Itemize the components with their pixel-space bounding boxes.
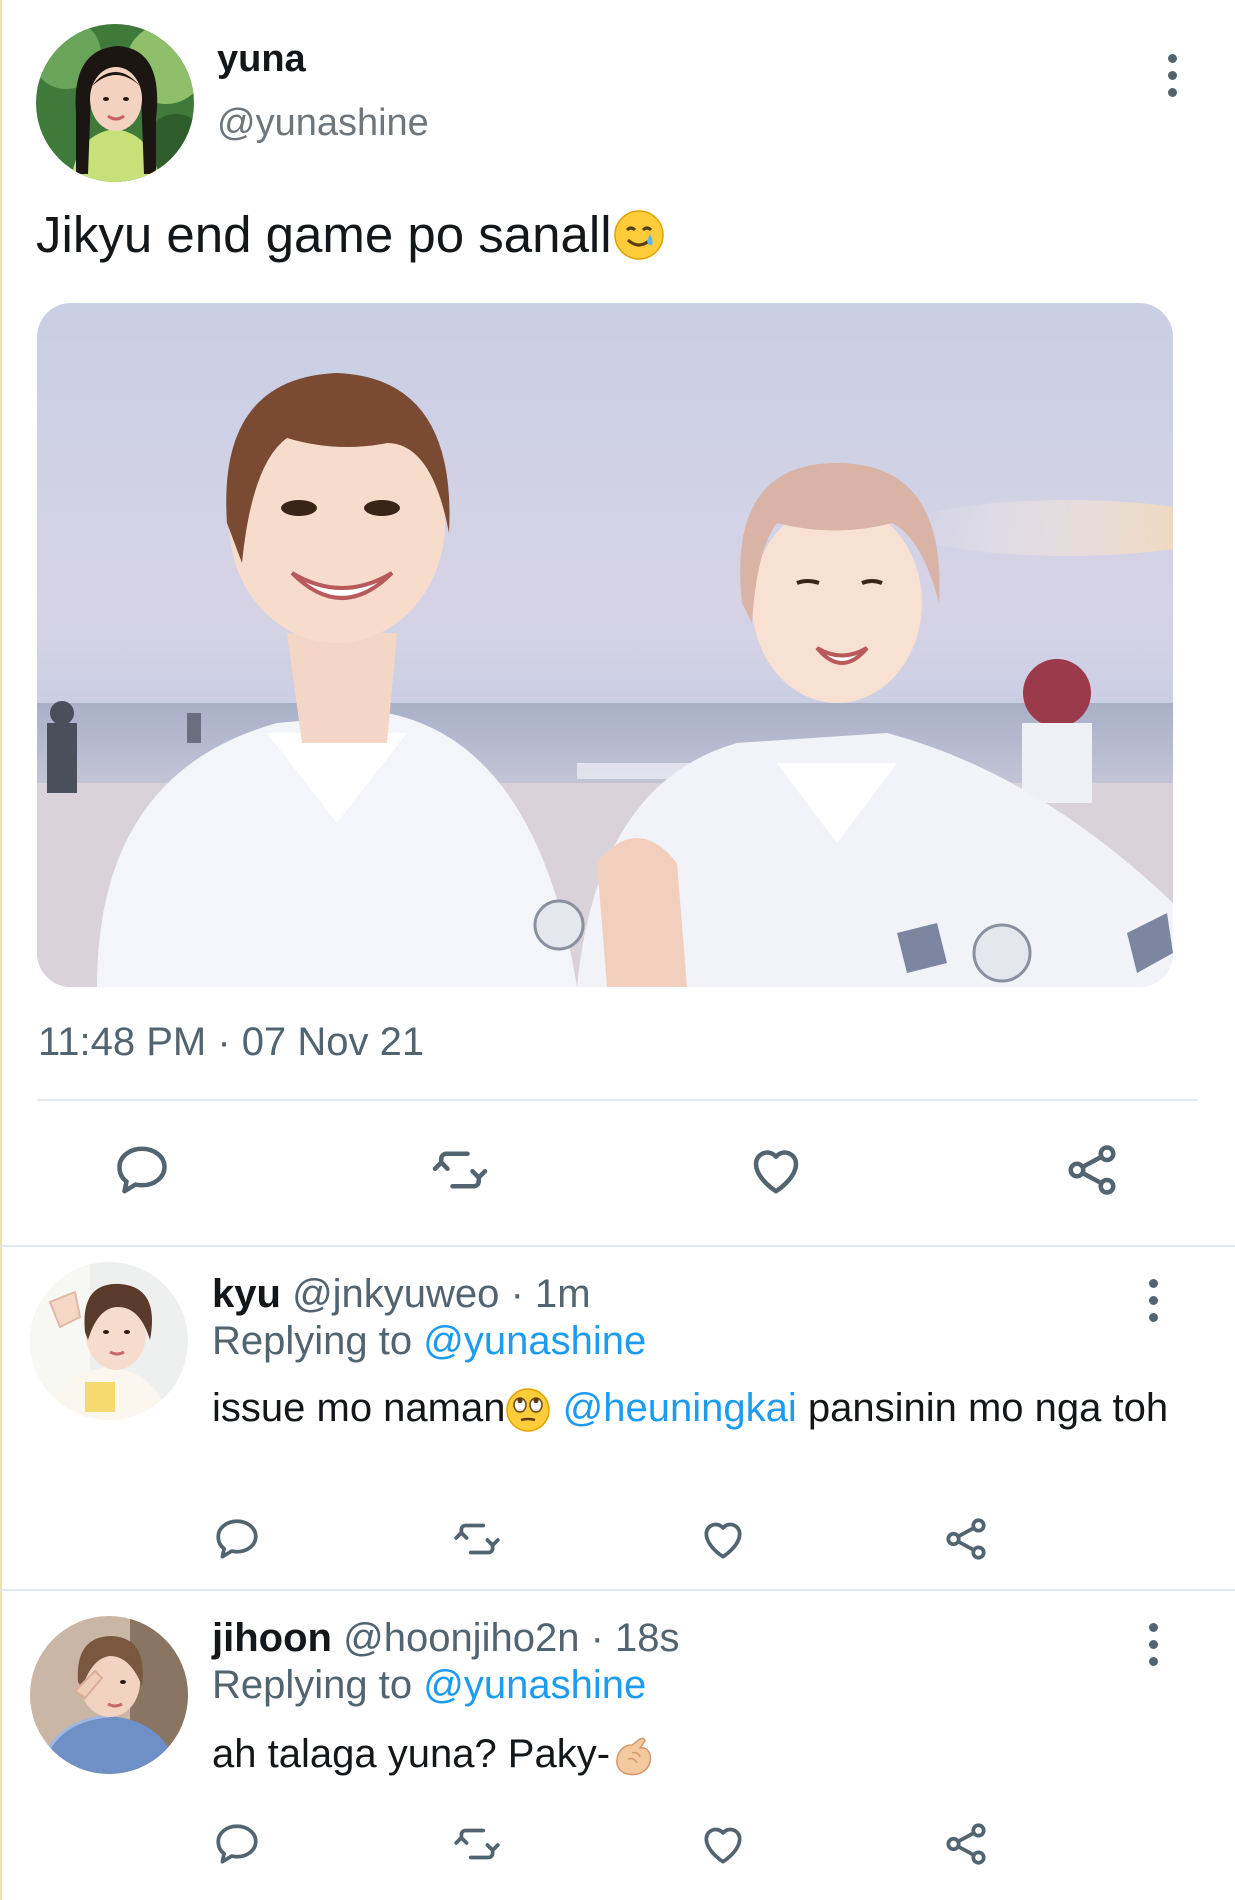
- reply-icon[interactable]: [112, 1140, 172, 1200]
- reply-text: ah talaga yuna? Paky-: [212, 1731, 1172, 1779]
- user-handle[interactable]: @hoonjiho2n: [343, 1616, 579, 1660]
- reply-tweet: kyu @jnkyuweo · 1m Replying to @yunashin…: [0, 1247, 1235, 1589]
- pinching-hand-icon: [610, 1733, 656, 1779]
- more-options-icon[interactable]: [1152, 45, 1192, 105]
- share-icon[interactable]: [941, 1819, 991, 1869]
- divider: [37, 1099, 1197, 1101]
- display-name[interactable]: kyu: [212, 1272, 281, 1316]
- retweet-icon[interactable]: [428, 1140, 492, 1200]
- tweet-text: Jikyu end game po sanall: [36, 205, 666, 264]
- replying-to-label: Replying to: [212, 1663, 413, 1707]
- replying-to: Replying to @yunashine: [212, 1663, 646, 1708]
- mention-link[interactable]: @heuningkai: [563, 1386, 797, 1430]
- reply-time[interactable]: 1m: [535, 1272, 591, 1316]
- replying-to-label: Replying to: [212, 1319, 413, 1363]
- reply-tweet: jihoon @hoonjiho2n · 18s Replying to @yu…: [0, 1591, 1235, 1900]
- smiling-face-with-tear-icon: [612, 208, 666, 262]
- reply-text-part: ah talaga yuna? Paky-: [212, 1732, 611, 1776]
- replying-to-link[interactable]: @yunashine: [423, 1663, 646, 1707]
- main-tweet: yuna @yunashine Jikyu end game po sanall: [0, 0, 1235, 1245]
- avatar[interactable]: [30, 1262, 188, 1420]
- more-options-icon[interactable]: [1133, 1614, 1173, 1674]
- display-name[interactable]: jihoon: [212, 1616, 332, 1660]
- more-options-icon[interactable]: [1133, 1270, 1173, 1330]
- separator-dot: ·: [590, 1616, 604, 1660]
- tweet-photo[interactable]: [37, 303, 1173, 987]
- user-handle[interactable]: @yunashine: [217, 102, 429, 145]
- reply-icon[interactable]: [212, 1819, 262, 1869]
- reply-text-part: issue mo naman: [212, 1386, 506, 1430]
- reply-text: issue mo naman @heuningkai pansinin mo n…: [212, 1385, 1172, 1433]
- like-icon[interactable]: [698, 1514, 748, 1564]
- rolling-eyes-icon: [505, 1387, 551, 1433]
- display-name[interactable]: yuna: [217, 38, 306, 81]
- retweet-icon[interactable]: [450, 1514, 504, 1564]
- tweet-text-content: Jikyu end game po sanall: [36, 206, 612, 263]
- tweet-timestamp[interactable]: 11:48 PM · 07 Nov 21: [38, 1020, 424, 1065]
- reply-text-part: pansinin mo nga toh: [796, 1386, 1169, 1430]
- retweet-icon[interactable]: [450, 1819, 504, 1869]
- like-icon[interactable]: [746, 1140, 806, 1200]
- reply-time[interactable]: 18s: [615, 1616, 680, 1660]
- separator-dot: ·: [510, 1272, 524, 1316]
- replying-to: Replying to @yunashine: [212, 1319, 646, 1364]
- share-icon[interactable]: [941, 1514, 991, 1564]
- reply-icon[interactable]: [212, 1514, 262, 1564]
- avatar[interactable]: [36, 24, 194, 182]
- reply-header: jihoon @hoonjiho2n · 18s: [212, 1616, 680, 1661]
- like-icon[interactable]: [698, 1819, 748, 1869]
- user-handle[interactable]: @jnkyuweo: [292, 1272, 499, 1316]
- avatar[interactable]: [30, 1616, 188, 1774]
- reply-header: kyu @jnkyuweo · 1m: [212, 1272, 591, 1317]
- share-icon[interactable]: [1062, 1140, 1122, 1200]
- replying-to-link[interactable]: @yunashine: [423, 1319, 646, 1363]
